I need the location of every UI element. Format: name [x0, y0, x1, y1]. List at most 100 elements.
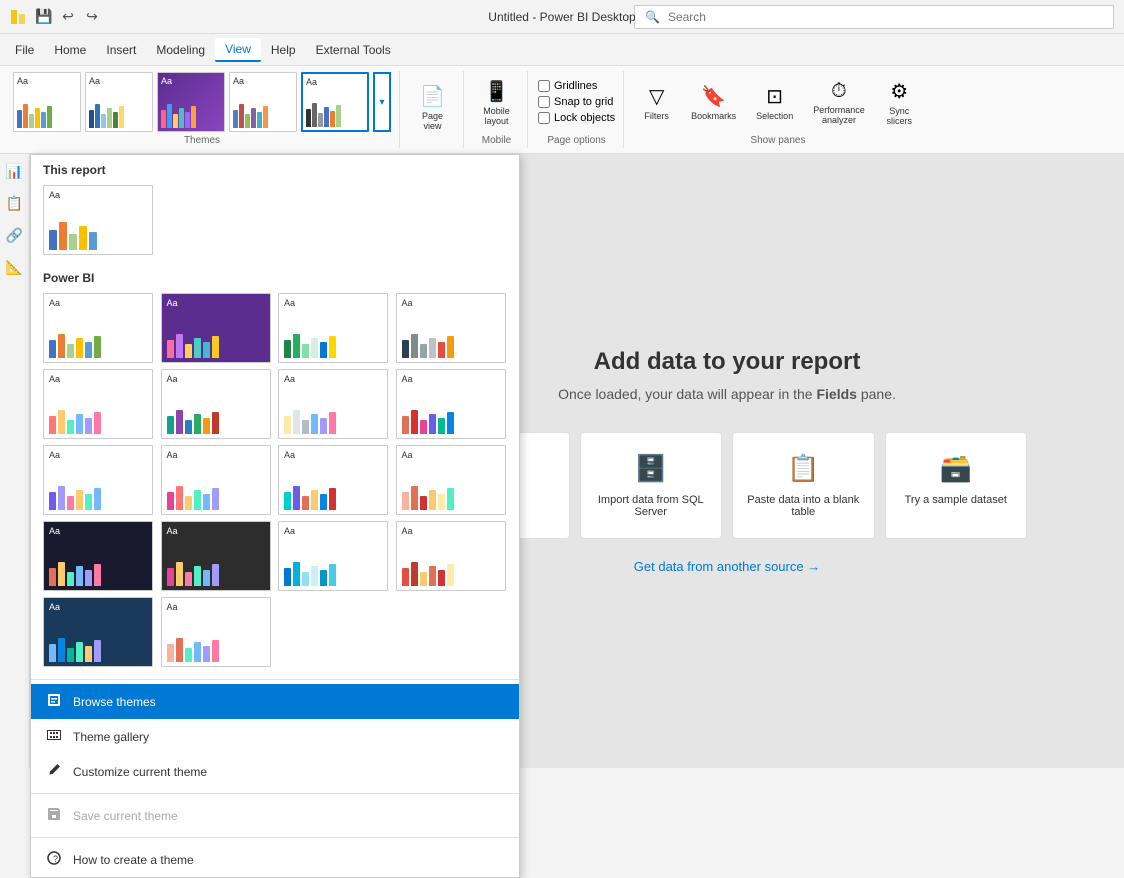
data-source-sql[interactable]: 🗄️ Import data from SQL Server: [580, 432, 723, 539]
theme-thumb-3[interactable]: Aa: [157, 72, 225, 132]
window-controls[interactable]: 💾 ↩ ↪: [36, 9, 100, 25]
pbi-theme-13[interactable]: Aa: [43, 521, 153, 591]
get-data-link[interactable]: Get data from another source →: [634, 559, 820, 574]
sync-slicers-icon: ⚙: [890, 79, 908, 104]
page-view-button[interactable]: 📄 Pageview: [410, 80, 455, 135]
search-input[interactable]: [668, 10, 1103, 24]
search-bar[interactable]: 🔍: [634, 5, 1114, 29]
theme-thumb-4[interactable]: Aa: [229, 72, 297, 132]
page-view-label: Pageview: [422, 111, 443, 131]
theme-gallery-label: Theme gallery: [73, 730, 149, 744]
pbi-theme-7[interactable]: Aa: [278, 369, 388, 439]
pbi-theme-5[interactable]: Aa: [43, 369, 153, 439]
pbi-theme-10[interactable]: Aa: [161, 445, 271, 515]
browse-themes-item[interactable]: Browse themes: [31, 684, 519, 719]
pbi-theme-17[interactable]: Aa: [43, 597, 153, 667]
undo-icon[interactable]: ↩: [60, 9, 76, 25]
sql-label: Import data from SQL Server: [591, 494, 712, 518]
pbi-theme-8[interactable]: Aa: [396, 369, 506, 439]
bookmarks-button[interactable]: 🔖 Bookmarks: [683, 80, 744, 125]
customize-theme-item[interactable]: Customize current theme: [31, 754, 519, 789]
lock-objects-label: Lock objects: [554, 112, 615, 124]
menu-insert[interactable]: Insert: [96, 39, 146, 61]
snap-to-grid-check[interactable]: [538, 96, 550, 108]
mobile-layout-label: Mobilelayout: [483, 106, 510, 126]
browse-themes-label: Browse themes: [73, 695, 156, 709]
ribbon-themes-content: Aa Aa: [13, 71, 391, 133]
theme-panel: This report Aa Power BI: [30, 154, 520, 878]
save-icon[interactable]: 💾: [36, 9, 52, 25]
selection-button[interactable]: ⊡ Selection: [748, 80, 801, 125]
menu-file[interactable]: File: [5, 39, 44, 61]
pbi-theme-4[interactable]: Aa: [396, 293, 506, 363]
sidebar-model-icon[interactable]: 🔗: [3, 223, 27, 247]
sync-slicers-label: Syncslicers: [886, 106, 912, 126]
customize-theme-label: Customize current theme: [73, 765, 207, 779]
theme-gallery-icon: [45, 727, 63, 746]
pbi-theme-1[interactable]: Aa: [43, 293, 153, 363]
pbi-theme-18[interactable]: Aa: [161, 597, 271, 667]
app-logo-icon: [10, 9, 26, 25]
sidebar-report-icon[interactable]: 📊: [3, 159, 27, 183]
pbi-theme-11[interactable]: Aa: [278, 445, 388, 515]
sample-label: Try a sample dataset: [905, 494, 1007, 506]
sample-icon: 🗃️: [940, 453, 972, 484]
menu-help[interactable]: Help: [261, 39, 306, 61]
menu-modeling[interactable]: Modeling: [146, 39, 215, 61]
search-icon: 🔍: [645, 10, 660, 24]
data-source-blank[interactable]: 📋 Paste data into a blank table: [732, 432, 875, 539]
gridlines-check[interactable]: [538, 80, 550, 92]
pbi-theme-12[interactable]: Aa: [396, 445, 506, 515]
how-to-create-theme-item[interactable]: ? How to create a theme: [31, 842, 519, 877]
ribbon-page-view-content: 📄 Pageview: [410, 71, 455, 144]
power-bi-themes-label: Power BI: [31, 263, 519, 289]
pbi-theme-14[interactable]: Aa: [161, 521, 271, 591]
theme-thumb-1[interactable]: Aa: [13, 72, 81, 132]
sync-slicers-button[interactable]: ⚙ Syncslicers: [877, 75, 922, 130]
performance-analyzer-button[interactable]: ⏱ Performanceanalyzer: [805, 76, 873, 129]
how-to-icon: ?: [45, 850, 63, 869]
title-bar-left: 💾 ↩ ↪: [10, 9, 100, 25]
filters-icon: ▽: [649, 84, 664, 109]
page-options-label: Page options: [538, 135, 615, 148]
pbi-theme-9[interactable]: Aa: [43, 445, 153, 515]
pbi-theme-3[interactable]: Aa: [278, 293, 388, 363]
mobile-layout-icon: 📱: [484, 79, 509, 104]
menu-separator-1: [31, 679, 519, 680]
ribbon-filters-group: ▽ Filters 🔖 Bookmarks ⊡ Selection ⏱ Perf…: [626, 71, 930, 148]
mobile-layout-button[interactable]: 📱 Mobilelayout: [474, 75, 519, 130]
how-to-create-label: How to create a theme: [73, 853, 194, 867]
this-report-label: This report: [31, 155, 519, 181]
theme-thumb-2[interactable]: Aa: [85, 72, 153, 132]
this-report-themes: Aa: [31, 181, 519, 263]
pbi-theme-6[interactable]: Aa: [161, 369, 271, 439]
lock-objects-check[interactable]: [538, 112, 550, 124]
gridlines-checkbox[interactable]: Gridlines: [538, 80, 615, 92]
snap-to-grid-checkbox[interactable]: Snap to grid: [538, 96, 615, 108]
pbi-theme-2[interactable]: Aa: [161, 293, 271, 363]
pbi-theme-16[interactable]: Aa: [396, 521, 506, 591]
redo-icon[interactable]: ↪: [84, 9, 100, 25]
theme-dropdown-button[interactable]: ▾: [373, 72, 391, 132]
menu-separator-2: [31, 793, 519, 794]
page-options-checkboxes: Gridlines Snap to grid Lock objects: [538, 75, 615, 129]
bookmarks-icon: 🔖: [701, 84, 726, 109]
save-theme-icon: [45, 806, 63, 825]
menu-external-tools[interactable]: External Tools: [306, 39, 401, 61]
current-theme-tile[interactable]: Aa: [43, 185, 153, 255]
menu-home[interactable]: Home: [44, 39, 96, 61]
filters-button[interactable]: ▽ Filters: [634, 80, 679, 125]
theme-thumb-5[interactable]: Aa: [301, 72, 369, 132]
lock-objects-checkbox[interactable]: Lock objects: [538, 112, 615, 124]
snap-to-grid-label: Snap to grid: [554, 96, 613, 108]
ribbon-filters-content: ▽ Filters 🔖 Bookmarks ⊡ Selection ⏱ Perf…: [634, 71, 922, 133]
sidebar-dax-icon[interactable]: 📐: [3, 255, 27, 279]
pbi-theme-15[interactable]: Aa: [278, 521, 388, 591]
performance-icon: ⏱: [831, 80, 847, 103]
menu-view[interactable]: View: [215, 38, 261, 62]
sidebar-data-icon[interactable]: 📋: [3, 191, 27, 215]
window-title: Untitled - Power BI Desktop: [488, 10, 635, 24]
data-source-sample[interactable]: 🗃️ Try a sample dataset: [885, 432, 1028, 539]
save-theme-item: Save current theme: [31, 798, 519, 833]
theme-gallery-item[interactable]: Theme gallery: [31, 719, 519, 754]
